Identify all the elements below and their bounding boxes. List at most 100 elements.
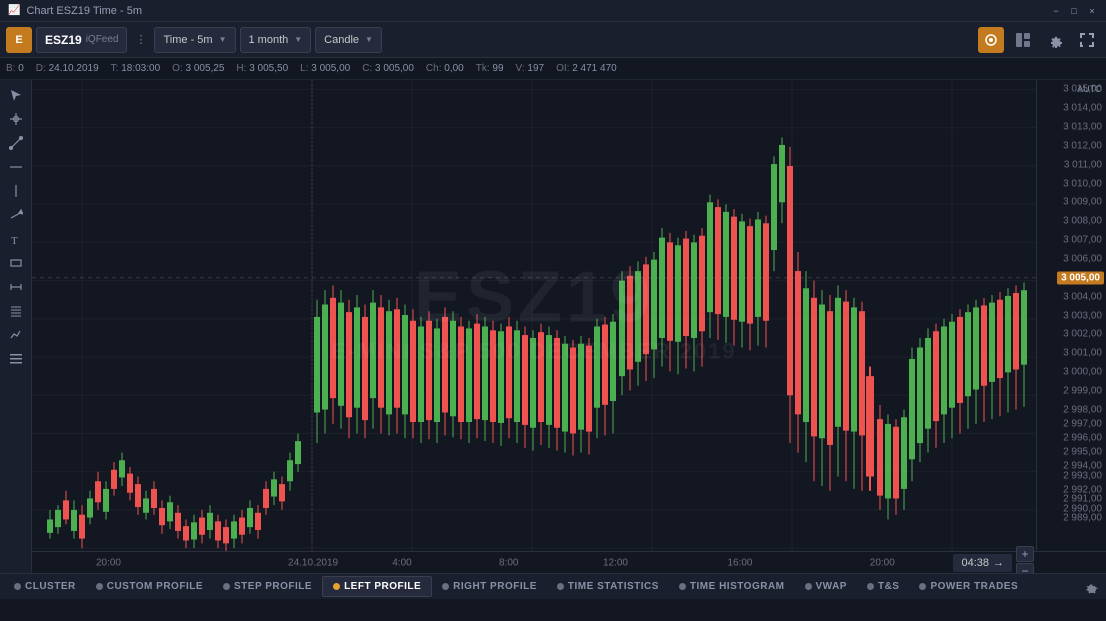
time-label-2000-2: 20:00 [870, 557, 895, 568]
tab-vwap[interactable]: VWAP [795, 577, 857, 596]
minimize-button[interactable]: − [1050, 5, 1062, 17]
tab-custom-profile[interactable]: CUSTOM PROFILE [86, 577, 213, 596]
price-3011: 3 011,00 [1064, 159, 1102, 170]
window-controls: − □ × [1050, 5, 1098, 17]
tab-power-trades[interactable]: POWER TRADES [909, 577, 1028, 596]
price-3009: 3 009,00 [1063, 197, 1102, 208]
price-3012: 3 012,00 [1063, 140, 1102, 151]
price-3002: 3 002,00 [1063, 329, 1102, 340]
vertical-line-tool[interactable] [3, 180, 29, 202]
symbol-icon-box: E [6, 27, 32, 53]
time-axis: 20:00 24.10.2019 4:00 8:00 12:00 16:00 2… [32, 551, 1106, 573]
tab-label-left-profile: LEFT PROFILE [344, 581, 421, 592]
toolbar: E ESZ19 iQFeed ⋮ Time - 5m ▼ 1 month ▼ C… [0, 22, 1106, 58]
t-field: T: 18:03:00 [111, 63, 161, 74]
rect-tool[interactable] [3, 252, 29, 274]
measure-tool[interactable] [3, 276, 29, 298]
time-label-800: 8:00 [499, 557, 518, 568]
tab-dot-cluster [14, 583, 21, 590]
zoom-in-button[interactable]: + [1016, 546, 1034, 562]
chart-area[interactable]: ESZ19 E-MINI S&P 500 DECEMBER 2019 [32, 80, 1036, 551]
clock-display: 04:38 → [953, 554, 1012, 572]
tab-dot-time-histogram [679, 583, 686, 590]
settings-icon-btn[interactable] [1042, 27, 1068, 53]
tab-right-profile[interactable]: RIGHT PROFILE [432, 577, 547, 596]
symbol-selector[interactable]: ESZ19 iQFeed [36, 27, 127, 53]
more-tools[interactable] [3, 348, 29, 370]
tab-left-profile[interactable]: LEFT PROFILE [322, 576, 432, 597]
tab-label-custom-profile: CUSTOM PROFILE [107, 581, 203, 592]
tab-dot-custom-profile [96, 583, 103, 590]
close-button[interactable]: × [1086, 5, 1098, 17]
main-area: T ESZ19 E-MINI S&P 500 DECE [0, 80, 1106, 573]
indicator-tool[interactable] [3, 324, 29, 346]
chart-type-dropdown[interactable]: Candle ▼ [315, 27, 382, 53]
time-label-2000-1: 20:00 [96, 557, 121, 568]
tab-time-statistics[interactable]: TIME STATISTICS [547, 577, 669, 596]
price-3003: 3 003,00 [1063, 310, 1102, 321]
line-draw-tool[interactable] [3, 132, 29, 154]
maximize-button[interactable]: □ [1068, 5, 1080, 17]
range-dropdown[interactable]: 1 month ▼ [240, 27, 312, 53]
horizontal-line-tool[interactable] [3, 156, 29, 178]
price-2989: 2 989,00 [1063, 513, 1102, 524]
ray-tool[interactable] [3, 204, 29, 226]
tab-label-cluster: CLUSTER [25, 581, 76, 592]
fullscreen-icon-btn[interactable] [1074, 27, 1100, 53]
tab-cluster[interactable]: CLUSTER [4, 577, 86, 596]
price-3004: 3 004,00 [1063, 291, 1102, 302]
tab-ts[interactable]: T&S [857, 577, 910, 596]
price-2998: 2 998,00 [1063, 404, 1102, 415]
feed-text: iQFeed [86, 34, 119, 45]
d-field: D: 24.10.2019 [36, 63, 99, 74]
tab-dot-ts [867, 583, 874, 590]
app-icon: 📈 [8, 5, 20, 16]
fib-tool[interactable] [3, 300, 29, 322]
tab-step-profile[interactable]: STEP PROFILE [213, 577, 322, 596]
watch-icon-btn[interactable] [978, 27, 1004, 53]
price-2993: 2 993,00 [1063, 470, 1102, 481]
price-axis: AUTO 3 015,00 3 014,00 3 013,00 3 012,00… [1036, 80, 1106, 551]
range-arrow: ▼ [294, 35, 302, 44]
price-3006: 3 006,00 [1063, 253, 1102, 264]
time-label-1200: 12:00 [603, 557, 628, 568]
chart-row: ESZ19 E-MINI S&P 500 DECEMBER 2019 [32, 80, 1106, 551]
zoom-out-button[interactable]: − [1016, 563, 1034, 573]
window-title: Chart ESZ19 Time - 5m [26, 5, 142, 17]
crosshair-tool[interactable] [3, 108, 29, 130]
toolbar-right-icons [978, 27, 1100, 53]
tk-field: Tk: 99 [476, 63, 504, 74]
tab-time-histogram[interactable]: TIME HISTOGRAM [669, 577, 795, 596]
price-2999: 2 999,00 [1063, 385, 1102, 396]
clock-time: 04:38 [961, 557, 989, 569]
tab-dot-power-trades [919, 583, 926, 590]
v-field: V: 197 [516, 63, 545, 74]
price-3008: 3 008,00 [1063, 216, 1102, 227]
oi-field: OI: 2 471 470 [556, 63, 617, 74]
current-price-label: 3 005,00 [1057, 271, 1104, 284]
tab-dot-left-profile [333, 583, 340, 590]
tab-label-time-histogram: TIME HISTOGRAM [690, 581, 785, 592]
price-3007: 3 007,00 [1063, 235, 1102, 246]
bottom-tabs: CLUSTER CUSTOM PROFILE STEP PROFILE LEFT… [0, 573, 1106, 599]
l-field: L: 3 005,00 [300, 63, 350, 74]
price-3001: 3 001,00 [1063, 348, 1102, 359]
chart-svg [32, 80, 1036, 551]
cursor-tool[interactable] [3, 84, 29, 106]
text-tool[interactable]: T [3, 228, 29, 250]
ch-field: Ch: 0,00 [426, 63, 464, 74]
time-label-400: 4:00 [392, 557, 411, 568]
time-label-1600: 16:00 [727, 557, 752, 568]
range-label: 1 month [249, 34, 289, 46]
timeframe-label: Time - 5m [163, 34, 212, 46]
price-3010: 3 010,00 [1063, 178, 1102, 189]
chart-type-arrow: ▼ [365, 35, 373, 44]
symbol-menu-dots[interactable]: ⋮ [131, 33, 150, 46]
zoom-controls: + − [1016, 546, 1034, 573]
chart-type-label: Candle [324, 34, 359, 46]
price-2997: 2 997,00 [1063, 418, 1102, 429]
tab-label-ts: T&S [878, 581, 900, 592]
timeframe-dropdown[interactable]: Time - 5m ▼ [154, 27, 235, 53]
layout-icon-btn[interactable] [1010, 27, 1036, 53]
tab-settings-gear[interactable] [1080, 576, 1102, 598]
